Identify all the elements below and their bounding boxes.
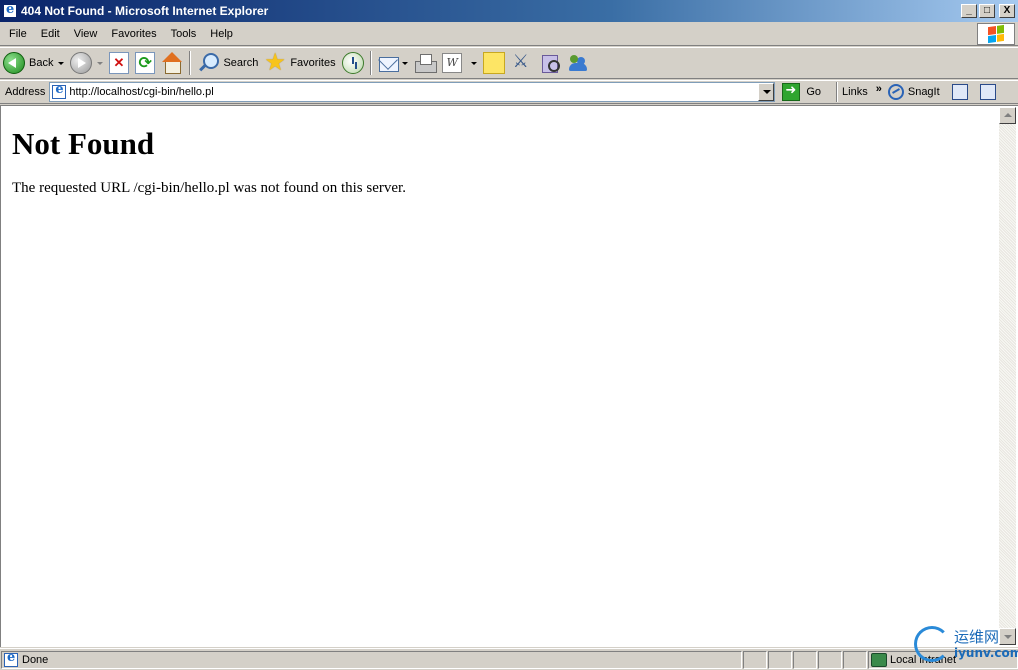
menu-file[interactable]: File	[2, 25, 34, 43]
favorites-star-icon	[264, 48, 286, 76]
forward-dropdown-icon[interactable]	[97, 61, 104, 65]
links-button[interactable]: Links	[842, 86, 868, 98]
mail-button[interactable]	[375, 49, 411, 77]
ie-app-icon[interactable]	[3, 2, 17, 18]
standard-toolbar: Back Search Favorites	[0, 47, 1018, 79]
status-page-icon	[4, 650, 18, 667]
refresh-icon	[135, 52, 156, 74]
menu-favorites[interactable]: Favorites	[104, 25, 163, 43]
status-pane	[843, 650, 867, 669]
home-icon	[161, 52, 183, 74]
research-button[interactable]	[508, 49, 536, 77]
research-icon	[511, 51, 533, 74]
status-pane	[743, 650, 767, 669]
refresh-button[interactable]	[132, 49, 158, 77]
favorites-label: Favorites	[290, 57, 336, 69]
back-button[interactable]: Back	[0, 49, 67, 77]
watermark-logo-icon	[914, 626, 950, 662]
history-icon	[341, 52, 364, 74]
links-separator	[836, 82, 839, 102]
scroll-up-button[interactable]	[999, 107, 1016, 124]
status-bar: Done Local intranet	[0, 648, 1018, 670]
toolbar-separator	[189, 51, 192, 75]
maximize-button[interactable]: □	[979, 4, 995, 18]
forward-button[interactable]	[67, 49, 106, 77]
menu-tools[interactable]: Tools	[164, 25, 204, 43]
status-pane	[768, 650, 792, 669]
menu-help[interactable]: Help	[203, 25, 240, 43]
status-text: Done	[22, 653, 49, 666]
address-dropdown-button[interactable]	[758, 83, 775, 101]
windows-logo-icon	[988, 24, 1004, 44]
favorites-button[interactable]: Favorites	[261, 48, 338, 77]
go-label: Go	[806, 86, 822, 98]
address-input[interactable]	[69, 84, 759, 100]
toolbar-separator	[369, 51, 372, 75]
back-dropdown-icon[interactable]	[58, 61, 65, 65]
windows-logo-throbber	[977, 23, 1015, 45]
page-heading: Not Found	[12, 126, 155, 161]
mail-icon	[378, 52, 400, 74]
print-icon	[414, 52, 437, 74]
menu-bar: File Edit View Favorites Tools Help	[0, 22, 1018, 46]
links-chevron-icon[interactable]: »	[876, 83, 882, 95]
error-message: The requested URL /cgi-bin/hello.pl was …	[12, 180, 406, 196]
address-field[interactable]	[49, 82, 776, 102]
menu-view[interactable]: View	[67, 25, 105, 43]
window-controls: _ □ X	[961, 4, 1015, 18]
note-icon	[482, 52, 505, 74]
stop-button[interactable]	[106, 49, 132, 77]
edit-dropdown-icon[interactable]	[470, 61, 477, 65]
page-icon	[52, 82, 67, 99]
print-button[interactable]	[411, 49, 439, 77]
snagit-button[interactable]: SnagIt	[908, 86, 940, 98]
messenger-icon	[567, 52, 589, 74]
search-label: Search	[223, 57, 259, 69]
back-arrow-icon	[3, 52, 25, 74]
media-button[interactable]	[536, 49, 564, 77]
edit-button[interactable]	[439, 49, 480, 77]
history-button[interactable]	[339, 49, 367, 77]
vertical-scrollbar[interactable]	[999, 107, 1016, 645]
close-button[interactable]: X	[999, 4, 1015, 18]
window-title: 404 Not Found - Microsoft Internet Explo…	[21, 4, 269, 18]
status-pane	[793, 650, 817, 669]
home-button[interactable]	[158, 49, 186, 77]
snagit-icon[interactable]	[887, 84, 904, 100]
word-edit-icon	[441, 53, 462, 73]
watermark-url-text: iyunv.com	[954, 646, 1018, 660]
search-icon	[197, 52, 220, 74]
address-label: Address	[5, 86, 46, 98]
go-button[interactable]: Go	[780, 81, 823, 103]
status-main-pane: Done	[1, 650, 742, 669]
note-button[interactable]	[480, 49, 508, 77]
address-bar: Address Go Links » SnagIt	[0, 80, 1018, 104]
watermark-cn-text: 运维网	[954, 628, 1000, 646]
mail-dropdown-icon[interactable]	[401, 61, 408, 65]
search-button[interactable]: Search	[194, 49, 261, 77]
media-icon	[539, 52, 561, 74]
snagit-options-icon[interactable]	[979, 84, 996, 100]
intranet-zone-icon	[871, 652, 887, 667]
title-bar[interactable]: 404 Not Found - Microsoft Internet Explo…	[0, 0, 1018, 22]
status-pane	[818, 650, 842, 669]
go-arrow-icon	[782, 83, 801, 101]
site-watermark: 运维网 iyunv.com	[914, 624, 1018, 664]
page-viewport[interactable]: Not Found The requested URL /cgi-bin/hel…	[0, 105, 1018, 647]
messenger-button[interactable]	[564, 49, 592, 77]
minimize-button[interactable]: _	[961, 4, 977, 18]
menu-edit[interactable]: Edit	[34, 25, 67, 43]
back-label: Back	[29, 57, 54, 69]
page-body: Not Found The requested URL /cgi-bin/hel…	[12, 126, 406, 197]
snagit-capture-icon[interactable]	[951, 84, 968, 100]
stop-icon	[109, 52, 130, 74]
forward-arrow-icon	[70, 52, 93, 74]
